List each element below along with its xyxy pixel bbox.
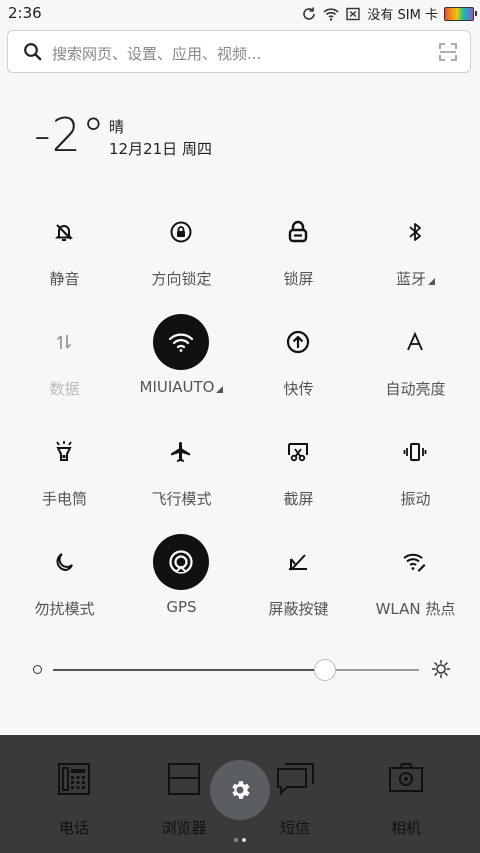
no-sim-icon bbox=[346, 7, 361, 20]
toggle-label-text: GPS bbox=[166, 598, 197, 616]
more-options-icon bbox=[216, 386, 224, 393]
toggle-label-text: 振动 bbox=[400, 490, 431, 508]
toggle-label-text: 屏蔽按键 bbox=[268, 600, 329, 618]
toggle-label-text: 截屏 bbox=[283, 490, 314, 508]
more-options-icon bbox=[428, 278, 435, 285]
toggle-label-text: 数据 bbox=[49, 380, 80, 398]
toggle-label: 数据 bbox=[6, 378, 123, 399]
mask-buttons-icon bbox=[270, 534, 326, 590]
wifi-icon bbox=[323, 7, 339, 21]
toggle-label-text: 蓝牙 bbox=[395, 270, 426, 288]
weather-temperature: -2° bbox=[34, 108, 106, 162]
brightness-slider[interactable] bbox=[31, 655, 451, 685]
search-bar[interactable]: 搜索网页、设置、应用、视频... bbox=[7, 30, 471, 73]
search-icon bbox=[24, 43, 42, 61]
toggle-label: 自动亮度 bbox=[357, 378, 474, 399]
bell-off-icon bbox=[36, 204, 92, 260]
camera-icon bbox=[361, 761, 451, 801]
bluetooth-icon bbox=[387, 204, 443, 260]
toggle-label-text: 手电筒 bbox=[41, 490, 87, 508]
toggle-label: 方向锁定 bbox=[123, 268, 240, 289]
toggle-label: WLAN 热点 bbox=[357, 598, 474, 619]
dock-app-camera[interactable]: 相机 bbox=[361, 761, 451, 838]
dock-app-label: 浏览器 bbox=[161, 819, 207, 837]
page-indicator bbox=[232, 827, 248, 846]
screenshot-icon bbox=[270, 424, 326, 480]
brightness-handle[interactable] bbox=[313, 659, 336, 681]
toggle-label: 锁屏 bbox=[240, 268, 357, 289]
lock-icon bbox=[270, 204, 326, 260]
toggle-label-text: 快传 bbox=[283, 380, 314, 398]
scan-icon[interactable] bbox=[438, 42, 458, 62]
toggle-label: 手电筒 bbox=[6, 488, 123, 509]
flashlight-icon bbox=[36, 424, 92, 480]
vibrate-icon bbox=[387, 424, 443, 480]
toggle-bluetooth[interactable]: 蓝牙 bbox=[357, 200, 474, 310]
toggle-mute[interactable]: 静音 bbox=[6, 200, 123, 310]
toggle-label: GPS bbox=[123, 598, 240, 616]
dock-app-label: 电话 bbox=[58, 819, 89, 837]
toggle-auto-brightness[interactable]: 自动亮度 bbox=[357, 310, 474, 420]
toggle-label: 蓝牙 bbox=[357, 268, 474, 289]
toggle-label-text: 静音 bbox=[49, 270, 80, 288]
weather-widget[interactable]: -2° 晴 12月21日 周四 bbox=[34, 108, 212, 162]
toggle-vibrate[interactable]: 振动 bbox=[357, 420, 474, 530]
status-bar: 2:36 没有 SIM 卡 bbox=[0, 0, 480, 26]
toggle-label: 勿扰模式 bbox=[6, 598, 123, 619]
toggle-airplane[interactable]: 飞行模式 bbox=[123, 420, 240, 530]
toggle-label-text: MIUIAUTO bbox=[139, 378, 215, 396]
toggle-label-text: WLAN 热点 bbox=[375, 600, 456, 618]
dock-app-phone[interactable]: 电话 bbox=[29, 761, 119, 838]
gear-icon bbox=[232, 781, 250, 799]
moon-icon bbox=[36, 534, 92, 590]
brightness-high-icon bbox=[431, 659, 451, 679]
toggle-label: 静音 bbox=[6, 268, 123, 289]
toggle-label: MIUIAUTO bbox=[123, 378, 240, 396]
toggle-lock-screen[interactable]: 锁屏 bbox=[240, 200, 357, 310]
toggle-flashlight[interactable]: 手电筒 bbox=[6, 420, 123, 530]
upload-icon bbox=[270, 314, 326, 370]
carrier-label: 没有 SIM 卡 bbox=[367, 8, 438, 23]
weather-date: 12月21日 周四 bbox=[109, 140, 212, 158]
toggle-quick-send[interactable]: 快传 bbox=[240, 310, 357, 420]
toggle-gps[interactable]: GPS bbox=[123, 530, 240, 640]
toggle-screenshot[interactable]: 截屏 bbox=[240, 420, 357, 530]
sync-icon bbox=[303, 7, 316, 20]
toggle-label-text: 锁屏 bbox=[283, 270, 314, 288]
airplane-icon bbox=[153, 424, 209, 480]
gps-icon bbox=[153, 534, 209, 590]
hotspot-icon bbox=[387, 534, 443, 590]
weather-condition: 晴 bbox=[109, 118, 125, 136]
status-time: 2:36 bbox=[8, 4, 42, 22]
toggle-wifi[interactable]: MIUIAUTO bbox=[123, 310, 240, 420]
toggle-mask-buttons[interactable]: 屏蔽按键 bbox=[240, 530, 357, 640]
toggle-label-text: 方向锁定 bbox=[151, 270, 212, 288]
toggle-hotspot[interactable]: WLAN 热点 bbox=[357, 530, 474, 640]
toggle-label: 振动 bbox=[357, 488, 474, 509]
auto-brightness-icon bbox=[387, 314, 443, 370]
battery-icon bbox=[444, 6, 477, 21]
toggle-label-text: 勿扰模式 bbox=[34, 600, 95, 618]
toggle-label: 快传 bbox=[240, 378, 357, 399]
toggle-label-text: 自动亮度 bbox=[385, 380, 446, 398]
rotation-lock-icon bbox=[153, 204, 209, 260]
toggle-dnd[interactable]: 勿扰模式 bbox=[6, 530, 123, 640]
dock-app-label: 相机 bbox=[390, 819, 421, 837]
phone-icon bbox=[29, 761, 119, 801]
toggle-label-text: 飞行模式 bbox=[151, 490, 212, 508]
page-dot bbox=[234, 838, 238, 842]
brightness-low-icon bbox=[33, 665, 42, 674]
settings-button[interactable] bbox=[210, 760, 270, 820]
toggle-label: 飞行模式 bbox=[123, 488, 240, 509]
wifi-icon bbox=[153, 314, 209, 370]
toggle-data[interactable]: 数据 bbox=[6, 310, 123, 420]
toggle-label: 屏蔽按键 bbox=[240, 598, 357, 619]
data-arrows-icon bbox=[36, 314, 92, 370]
toggle-label: 截屏 bbox=[240, 488, 357, 509]
toggle-rotation-lock[interactable]: 方向锁定 bbox=[123, 200, 240, 310]
dock-app-label: 短信 bbox=[279, 819, 310, 837]
brightness-fill bbox=[53, 669, 324, 671]
page-dot-active bbox=[242, 838, 246, 842]
search-input[interactable]: 搜索网页、设置、应用、视频... bbox=[52, 43, 261, 64]
